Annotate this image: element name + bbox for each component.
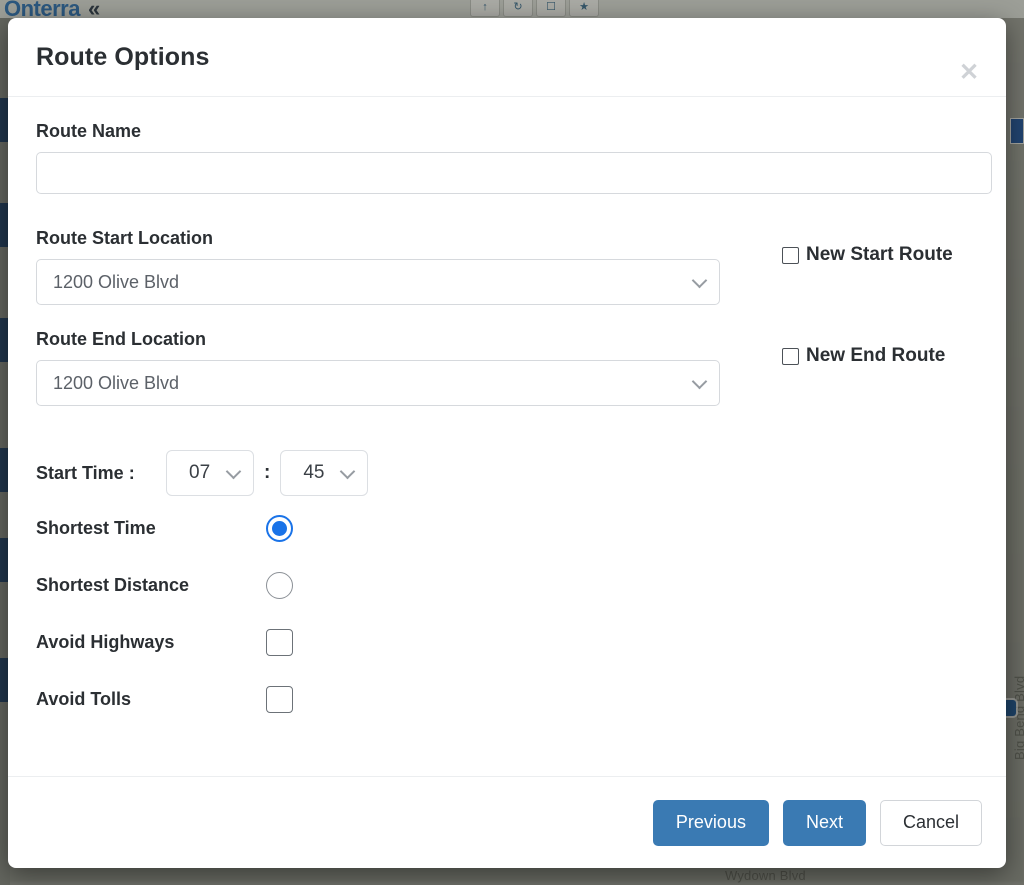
chevron-down-icon	[225, 463, 242, 480]
route-start-row: Route Start Location 1200 Olive Blvd New…	[36, 228, 978, 305]
route-end-select[interactable]: 1200 Olive Blvd	[36, 360, 720, 406]
previous-button[interactable]: Previous	[652, 799, 769, 846]
new-start-route-label: New Start Route	[806, 244, 953, 265]
route-name-input[interactable]	[36, 152, 992, 194]
route-start-label: Route Start Location	[36, 228, 214, 248]
chevron-down-icon	[691, 272, 708, 289]
shortest-time-label: Shortest Time	[36, 518, 156, 538]
close-icon[interactable]: ✕	[956, 60, 982, 86]
start-time-hour-select[interactable]: 07	[166, 450, 254, 496]
avoid-tolls-label: Avoid Tolls	[36, 689, 132, 709]
route-options-dialog: Route Options ✕ Route Name Route Start L…	[8, 18, 1006, 868]
shortest-distance-label: Shortest Distance	[36, 575, 190, 595]
new-start-route-checkbox[interactable]	[782, 246, 799, 264]
start-time-label: Start Time :	[36, 462, 135, 483]
chevron-down-icon	[340, 463, 356, 480]
new-end-route-checkbox[interactable]	[782, 347, 799, 365]
dialog-footer: Previous Next Cancel	[8, 776, 1006, 868]
new-end-route-label: New End Route	[806, 345, 946, 366]
route-end-label: Route End Location	[36, 329, 206, 349]
dialog-header: Route Options ✕	[8, 18, 1006, 97]
option-row: Shortest Distance	[36, 557, 978, 614]
next-button[interactable]: Next	[782, 799, 866, 846]
avoid-highways-checkbox[interactable]	[266, 629, 293, 656]
start-time-row: Start Time : 07 : 45	[36, 450, 978, 496]
route-end-selected-value: 1200 Olive Blvd	[53, 372, 180, 393]
option-row: Avoid Highways	[36, 614, 978, 671]
chevron-down-icon	[691, 373, 708, 390]
start-time-minute-value: 45	[303, 462, 325, 483]
avoid-highways-label: Avoid Highways	[36, 632, 175, 652]
shortest-distance-radio[interactable]	[266, 572, 293, 599]
start-time-hour-value: 07	[189, 462, 211, 483]
option-row: Avoid Tolls	[36, 671, 978, 728]
route-name-label: Route Name	[36, 121, 142, 141]
route-end-row: Route End Location 1200 Olive Blvd New E…	[36, 329, 978, 406]
cancel-button[interactable]: Cancel	[879, 799, 982, 846]
start-time-minute-select[interactable]: 45	[280, 450, 369, 496]
option-row: Shortest Time	[36, 500, 978, 557]
shortest-time-radio[interactable]	[266, 515, 293, 542]
dialog-body: Route Name Route Start Location 1200 Oli…	[8, 97, 1006, 776]
route-start-selected-value: 1200 Olive Blvd	[53, 271, 180, 292]
time-separator: :	[264, 462, 271, 483]
route-start-select[interactable]: 1200 Olive Blvd	[36, 259, 720, 305]
avoid-tolls-checkbox[interactable]	[266, 686, 293, 713]
dialog-title: Route Options	[36, 42, 210, 71]
